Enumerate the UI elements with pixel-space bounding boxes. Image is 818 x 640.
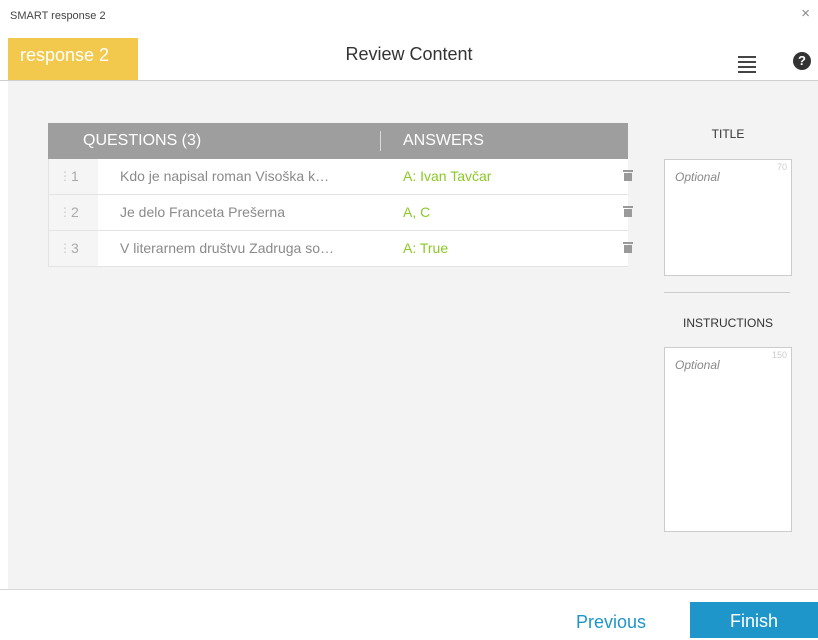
trash-icon[interactable]	[623, 242, 633, 253]
drag-handle-icon: ⋮	[59, 205, 71, 219]
drag-handle[interactable]: ⋮ 3	[48, 231, 98, 266]
instructions-label: INSTRUCTIONS	[683, 316, 773, 330]
question-text: Kdo je napisal roman Visoška k…	[120, 168, 330, 184]
title-placeholder: Optional	[675, 170, 720, 184]
footer: Previous Finish	[0, 589, 818, 638]
title-input[interactable]: Optional 70	[664, 159, 792, 276]
title-char-limit: 70	[776, 162, 787, 172]
questions-column-header: QUESTIONS (3)	[83, 132, 202, 149]
drag-handle[interactable]: ⋮ 1	[48, 159, 98, 194]
drag-handle-icon: ⋮	[59, 241, 71, 255]
instructions-placeholder: Optional	[675, 358, 720, 372]
hamburger-menu-icon[interactable]	[738, 56, 756, 73]
previous-button[interactable]: Previous	[576, 612, 646, 633]
trash-icon[interactable]	[623, 206, 633, 217]
main-content: QUESTIONS (3) ANSWERS ⋮ 1 Kdo je napisal…	[8, 81, 818, 589]
answer-text: A: True	[403, 240, 449, 256]
panel-divider	[664, 292, 790, 293]
question-text: Je delo Franceta Prešerna	[120, 204, 285, 220]
question-number: 3	[71, 240, 79, 256]
header-divider	[380, 131, 381, 151]
table-header: QUESTIONS (3) ANSWERS	[48, 123, 628, 159]
window-title: SMART response 2	[10, 10, 106, 22]
help-circle-icon[interactable]: ?	[793, 52, 811, 70]
instructions-char-limit: 150	[771, 350, 787, 360]
question-number: 2	[71, 204, 79, 220]
table-row[interactable]: ⋮ 3 V literarnem društvu Zadruga so… A: …	[48, 231, 633, 267]
header: response 2 Review Content ?	[0, 38, 818, 81]
answers-column-header: ANSWERS	[403, 132, 484, 149]
page-title: Review Content	[345, 44, 473, 64]
close-button[interactable]: ×	[801, 6, 810, 21]
answer-text: A, C	[403, 204, 431, 220]
question-text: V literarnem društvu Zadruga so…	[120, 240, 334, 256]
questions-table: QUESTIONS (3) ANSWERS ⋮ 1 Kdo je napisal…	[48, 123, 633, 267]
answer-text: A: Ivan Tavčar	[403, 168, 492, 184]
drag-handle-icon: ⋮	[59, 169, 71, 183]
title-bar: SMART response 2 ×	[0, 0, 818, 30]
drag-handle[interactable]: ⋮ 2	[48, 195, 98, 230]
finish-button[interactable]: Finish	[690, 602, 818, 638]
question-number: 1	[71, 168, 79, 184]
instructions-input[interactable]: Optional 150	[664, 347, 792, 532]
table-row[interactable]: ⋮ 2 Je delo Franceta Prešerna A, C	[48, 195, 633, 231]
title-label: TITLE	[711, 127, 745, 141]
table-row[interactable]: ⋮ 1 Kdo je napisal roman Visoška k… A: I…	[48, 159, 633, 195]
trash-icon[interactable]	[623, 170, 633, 181]
